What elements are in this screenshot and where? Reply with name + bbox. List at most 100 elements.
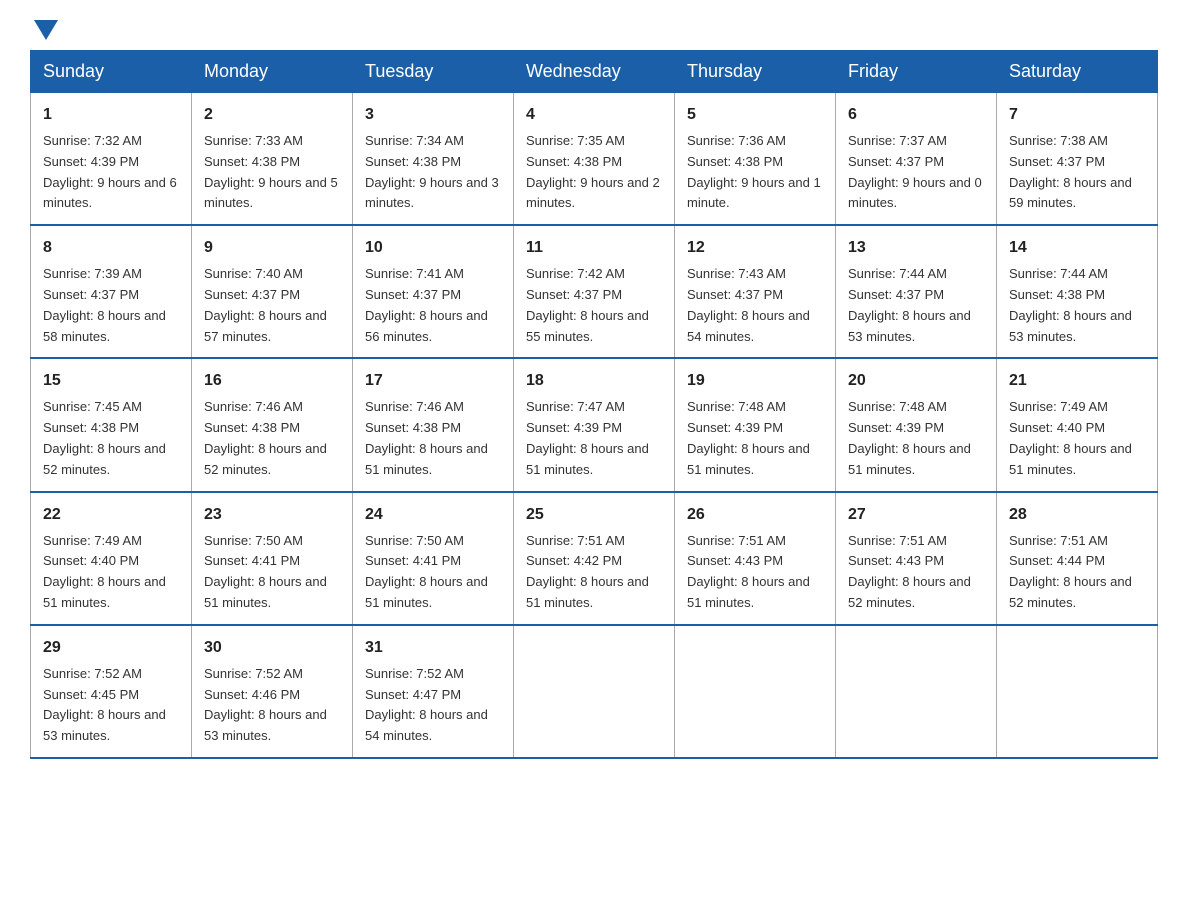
day-number: 25 — [526, 503, 662, 527]
calendar-day-cell: 21 Sunrise: 7:49 AM Sunset: 4:40 PM Dayl… — [997, 358, 1158, 491]
day-info: Sunrise: 7:52 AM Sunset: 4:47 PM Dayligh… — [365, 664, 501, 747]
day-info: Sunrise: 7:52 AM Sunset: 4:45 PM Dayligh… — [43, 664, 179, 747]
day-info: Sunrise: 7:42 AM Sunset: 4:37 PM Dayligh… — [526, 264, 662, 347]
day-number: 15 — [43, 369, 179, 393]
day-info: Sunrise: 7:49 AM Sunset: 4:40 PM Dayligh… — [1009, 397, 1145, 480]
weekday-header-monday: Monday — [192, 51, 353, 93]
calendar-day-cell: 6 Sunrise: 7:37 AM Sunset: 4:37 PM Dayli… — [836, 93, 997, 226]
day-info: Sunrise: 7:52 AM Sunset: 4:46 PM Dayligh… — [204, 664, 340, 747]
day-info: Sunrise: 7:50 AM Sunset: 4:41 PM Dayligh… — [204, 531, 340, 614]
calendar-day-cell: 3 Sunrise: 7:34 AM Sunset: 4:38 PM Dayli… — [353, 93, 514, 226]
day-number: 5 — [687, 103, 823, 127]
calendar-day-cell — [514, 625, 675, 758]
day-number: 21 — [1009, 369, 1145, 393]
day-info: Sunrise: 7:36 AM Sunset: 4:38 PM Dayligh… — [687, 131, 823, 214]
calendar-week-row: 22 Sunrise: 7:49 AM Sunset: 4:40 PM Dayl… — [31, 492, 1158, 625]
weekday-header-row: SundayMondayTuesdayWednesdayThursdayFrid… — [31, 51, 1158, 93]
calendar-day-cell: 26 Sunrise: 7:51 AM Sunset: 4:43 PM Dayl… — [675, 492, 836, 625]
calendar-day-cell: 15 Sunrise: 7:45 AM Sunset: 4:38 PM Dayl… — [31, 358, 192, 491]
day-info: Sunrise: 7:33 AM Sunset: 4:38 PM Dayligh… — [204, 131, 340, 214]
day-number: 26 — [687, 503, 823, 527]
calendar-day-cell: 14 Sunrise: 7:44 AM Sunset: 4:38 PM Dayl… — [997, 225, 1158, 358]
calendar-day-cell: 11 Sunrise: 7:42 AM Sunset: 4:37 PM Dayl… — [514, 225, 675, 358]
day-info: Sunrise: 7:51 AM Sunset: 4:43 PM Dayligh… — [687, 531, 823, 614]
day-number: 23 — [204, 503, 340, 527]
day-info: Sunrise: 7:35 AM Sunset: 4:38 PM Dayligh… — [526, 131, 662, 214]
day-number: 16 — [204, 369, 340, 393]
day-number: 3 — [365, 103, 501, 127]
calendar-day-cell: 31 Sunrise: 7:52 AM Sunset: 4:47 PM Dayl… — [353, 625, 514, 758]
day-info: Sunrise: 7:32 AM Sunset: 4:39 PM Dayligh… — [43, 131, 179, 214]
calendar-day-cell: 12 Sunrise: 7:43 AM Sunset: 4:37 PM Dayl… — [675, 225, 836, 358]
day-number: 7 — [1009, 103, 1145, 127]
day-info: Sunrise: 7:47 AM Sunset: 4:39 PM Dayligh… — [526, 397, 662, 480]
calendar-day-cell: 5 Sunrise: 7:36 AM Sunset: 4:38 PM Dayli… — [675, 93, 836, 226]
calendar-day-cell: 16 Sunrise: 7:46 AM Sunset: 4:38 PM Dayl… — [192, 358, 353, 491]
day-info: Sunrise: 7:37 AM Sunset: 4:37 PM Dayligh… — [848, 131, 984, 214]
day-info: Sunrise: 7:48 AM Sunset: 4:39 PM Dayligh… — [687, 397, 823, 480]
calendar-day-cell — [675, 625, 836, 758]
calendar-day-cell: 30 Sunrise: 7:52 AM Sunset: 4:46 PM Dayl… — [192, 625, 353, 758]
logo-triangle-icon — [34, 20, 58, 40]
day-number: 11 — [526, 236, 662, 260]
calendar-day-cell: 27 Sunrise: 7:51 AM Sunset: 4:43 PM Dayl… — [836, 492, 997, 625]
calendar-day-cell: 4 Sunrise: 7:35 AM Sunset: 4:38 PM Dayli… — [514, 93, 675, 226]
calendar-table: SundayMondayTuesdayWednesdayThursdayFrid… — [30, 50, 1158, 759]
calendar-day-cell — [997, 625, 1158, 758]
logo — [30, 20, 58, 40]
calendar-day-cell: 28 Sunrise: 7:51 AM Sunset: 4:44 PM Dayl… — [997, 492, 1158, 625]
page-header — [30, 20, 1158, 40]
day-info: Sunrise: 7:51 AM Sunset: 4:44 PM Dayligh… — [1009, 531, 1145, 614]
calendar-day-cell: 10 Sunrise: 7:41 AM Sunset: 4:37 PM Dayl… — [353, 225, 514, 358]
calendar-day-cell: 2 Sunrise: 7:33 AM Sunset: 4:38 PM Dayli… — [192, 93, 353, 226]
weekday-header-friday: Friday — [836, 51, 997, 93]
day-number: 14 — [1009, 236, 1145, 260]
logo-general-text — [30, 20, 58, 40]
day-number: 30 — [204, 636, 340, 660]
weekday-header-tuesday: Tuesday — [353, 51, 514, 93]
day-info: Sunrise: 7:44 AM Sunset: 4:38 PM Dayligh… — [1009, 264, 1145, 347]
day-info: Sunrise: 7:39 AM Sunset: 4:37 PM Dayligh… — [43, 264, 179, 347]
day-number: 13 — [848, 236, 984, 260]
day-number: 8 — [43, 236, 179, 260]
calendar-week-row: 15 Sunrise: 7:45 AM Sunset: 4:38 PM Dayl… — [31, 358, 1158, 491]
day-info: Sunrise: 7:38 AM Sunset: 4:37 PM Dayligh… — [1009, 131, 1145, 214]
day-info: Sunrise: 7:49 AM Sunset: 4:40 PM Dayligh… — [43, 531, 179, 614]
calendar-day-cell: 23 Sunrise: 7:50 AM Sunset: 4:41 PM Dayl… — [192, 492, 353, 625]
day-info: Sunrise: 7:50 AM Sunset: 4:41 PM Dayligh… — [365, 531, 501, 614]
calendar-day-cell: 7 Sunrise: 7:38 AM Sunset: 4:37 PM Dayli… — [997, 93, 1158, 226]
day-number: 9 — [204, 236, 340, 260]
weekday-header-wednesday: Wednesday — [514, 51, 675, 93]
day-number: 20 — [848, 369, 984, 393]
day-info: Sunrise: 7:40 AM Sunset: 4:37 PM Dayligh… — [204, 264, 340, 347]
calendar-day-cell: 17 Sunrise: 7:46 AM Sunset: 4:38 PM Dayl… — [353, 358, 514, 491]
day-number: 18 — [526, 369, 662, 393]
calendar-week-row: 1 Sunrise: 7:32 AM Sunset: 4:39 PM Dayli… — [31, 93, 1158, 226]
day-number: 31 — [365, 636, 501, 660]
day-info: Sunrise: 7:51 AM Sunset: 4:42 PM Dayligh… — [526, 531, 662, 614]
day-info: Sunrise: 7:45 AM Sunset: 4:38 PM Dayligh… — [43, 397, 179, 480]
calendar-day-cell: 8 Sunrise: 7:39 AM Sunset: 4:37 PM Dayli… — [31, 225, 192, 358]
calendar-week-row: 29 Sunrise: 7:52 AM Sunset: 4:45 PM Dayl… — [31, 625, 1158, 758]
calendar-day-cell: 1 Sunrise: 7:32 AM Sunset: 4:39 PM Dayli… — [31, 93, 192, 226]
day-number: 6 — [848, 103, 984, 127]
day-number: 4 — [526, 103, 662, 127]
day-number: 2 — [204, 103, 340, 127]
day-number: 17 — [365, 369, 501, 393]
day-info: Sunrise: 7:46 AM Sunset: 4:38 PM Dayligh… — [204, 397, 340, 480]
calendar-day-cell: 18 Sunrise: 7:47 AM Sunset: 4:39 PM Dayl… — [514, 358, 675, 491]
day-info: Sunrise: 7:48 AM Sunset: 4:39 PM Dayligh… — [848, 397, 984, 480]
calendar-week-row: 8 Sunrise: 7:39 AM Sunset: 4:37 PM Dayli… — [31, 225, 1158, 358]
day-info: Sunrise: 7:43 AM Sunset: 4:37 PM Dayligh… — [687, 264, 823, 347]
weekday-header-thursday: Thursday — [675, 51, 836, 93]
calendar-header: SundayMondayTuesdayWednesdayThursdayFrid… — [31, 51, 1158, 93]
day-number: 27 — [848, 503, 984, 527]
day-number: 10 — [365, 236, 501, 260]
day-number: 29 — [43, 636, 179, 660]
calendar-day-cell — [836, 625, 997, 758]
day-info: Sunrise: 7:46 AM Sunset: 4:38 PM Dayligh… — [365, 397, 501, 480]
calendar-day-cell: 19 Sunrise: 7:48 AM Sunset: 4:39 PM Dayl… — [675, 358, 836, 491]
day-info: Sunrise: 7:51 AM Sunset: 4:43 PM Dayligh… — [848, 531, 984, 614]
calendar-day-cell: 24 Sunrise: 7:50 AM Sunset: 4:41 PM Dayl… — [353, 492, 514, 625]
calendar-day-cell: 13 Sunrise: 7:44 AM Sunset: 4:37 PM Dayl… — [836, 225, 997, 358]
